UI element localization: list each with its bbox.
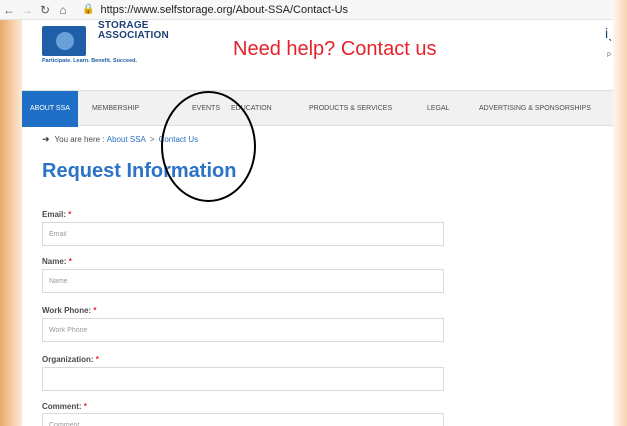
- nav-legal[interactable]: LEGAL: [427, 91, 450, 127]
- web-page: STORAGE ASSOCIATION Participate. Learn. …: [22, 20, 613, 426]
- organization-label: Organization: *: [42, 355, 99, 364]
- logo-mark-icon: [42, 26, 86, 56]
- breadcrumb-prefix: You are here :: [54, 135, 105, 144]
- header-right-glyph: iˎ: [605, 25, 613, 41]
- annotation-circle: [161, 91, 256, 202]
- url-text[interactable]: https://www.selfstorage.org/About-SSA/Co…: [100, 4, 348, 16]
- email-label: Email: *: [42, 210, 72, 219]
- comment-label: Comment: *: [42, 402, 87, 411]
- contact-headline: Need help? Contact us: [233, 38, 437, 60]
- nav-advertising-sponsorships[interactable]: ADVERTISING & SPONSORSHIPS: [479, 91, 591, 127]
- background-edge: [613, 0, 627, 426]
- browser-toolbar: ← → ↻ ⌂ 🔒 https://www.selfstorage.org/Ab…: [0, 0, 627, 20]
- home-icon[interactable]: ⌂: [54, 3, 72, 17]
- work-phone-field[interactable]: [42, 318, 444, 342]
- breadcrumb-link-about-ssa[interactable]: About SSA: [107, 135, 146, 144]
- work-phone-label: Work Phone: *: [42, 306, 97, 315]
- name-field[interactable]: [42, 269, 444, 293]
- arrow-right-icon: ➜: [42, 134, 50, 144]
- nav-membership[interactable]: MEMBERSHIP: [92, 91, 139, 127]
- forward-arrow-icon[interactable]: →: [18, 3, 36, 17]
- nav-about-ssa[interactable]: ABOUT SSA: [22, 91, 78, 127]
- main-nav: ABOUT SSA MEMBERSHIP EVENTS EDUCATION PR…: [22, 90, 613, 127]
- organization-field[interactable]: [42, 367, 444, 391]
- logo-text-line2: ASSOCIATION: [98, 30, 169, 41]
- email-field[interactable]: [42, 222, 444, 246]
- header-right-small: P: [607, 53, 612, 59]
- site-header: STORAGE ASSOCIATION Participate. Learn. …: [22, 20, 613, 88]
- breadcrumb-separator: >: [149, 135, 155, 144]
- lock-icon: 🔒: [82, 4, 95, 15]
- nav-products-services[interactable]: PRODUCTS & SERVICES: [309, 91, 392, 127]
- name-label: Name: *: [42, 257, 72, 266]
- refresh-icon[interactable]: ↻: [36, 3, 54, 17]
- ssa-logo[interactable]: STORAGE ASSOCIATION Participate. Learn. …: [38, 20, 178, 68]
- comment-field[interactable]: [42, 413, 444, 426]
- logo-tagline: Participate. Learn. Benefit. Succeed.: [42, 58, 138, 64]
- address-bar[interactable]: 🔒 https://www.selfstorage.org/About-SSA/…: [82, 4, 348, 16]
- back-arrow-icon[interactable]: ←: [0, 3, 18, 17]
